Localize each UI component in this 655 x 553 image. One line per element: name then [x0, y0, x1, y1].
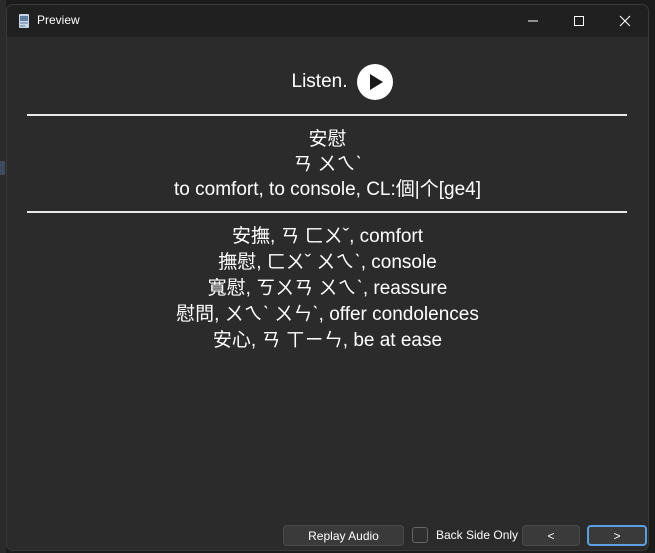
close-icon: [619, 15, 631, 27]
window-title: Preview: [37, 13, 80, 27]
definition: to comfort, to console, CL:個|个[ge4]: [174, 179, 481, 200]
preview-window: Preview Listen. 安慰 ㄢ ㄨㄟˋ to comfort, to …: [6, 4, 649, 551]
listen-label: Listen.: [291, 71, 348, 92]
headword: 安慰: [308, 129, 347, 150]
title-bar[interactable]: Preview: [7, 5, 648, 37]
play-audio-button[interactable]: [357, 64, 394, 100]
related-words-list: 安撫, ㄢ ㄈㄨˇ, comfort 撫慰, ㄈㄨˇ ㄨㄟˋ, console …: [7, 224, 648, 354]
list-item: 慰問, ㄨㄟˋ ㄨㄣˋ, offer condolences: [176, 304, 479, 325]
minimize-button[interactable]: [510, 5, 556, 37]
background-mark: [0, 161, 5, 175]
play-icon: [370, 74, 384, 90]
list-item: 安心, ㄢ ㄒㄧㄣ, be at ease: [212, 330, 443, 351]
back-side-only-checkbox[interactable]: [412, 527, 428, 543]
previous-button[interactable]: <: [522, 525, 580, 546]
listen-row: Listen.: [7, 64, 648, 100]
list-item: 安撫, ㄢ ㄈㄨˇ, comfort: [231, 226, 424, 247]
replay-audio-button[interactable]: Replay Audio: [283, 525, 404, 546]
app-icon: [19, 14, 29, 28]
card-content: Listen. 安慰 ㄢ ㄨㄟˋ to comfort, to console,…: [7, 37, 648, 550]
list-item: 寬慰, ㄎㄨㄢ ㄨㄟˋ, reassure: [207, 278, 448, 299]
card-front: 安慰 ㄢ ㄨㄟˋ to comfort, to console, CL:個|个[…: [7, 127, 648, 202]
divider-bottom: [27, 211, 627, 213]
zhuyin-reading: ㄢ ㄨㄟˋ: [293, 154, 362, 175]
maximize-button[interactable]: [556, 5, 602, 37]
divider-top: [27, 114, 627, 116]
next-button[interactable]: >: [587, 525, 647, 546]
minimize-icon: [528, 20, 538, 22]
bottom-toolbar: Replay Audio Back Side Only < >: [7, 525, 648, 549]
list-item: 撫慰, ㄈㄨˇ ㄨㄟˋ, console: [218, 252, 437, 273]
close-button[interactable]: [602, 5, 648, 37]
back-side-only-label: Back Side Only: [436, 528, 519, 542]
maximize-icon: [574, 16, 584, 26]
